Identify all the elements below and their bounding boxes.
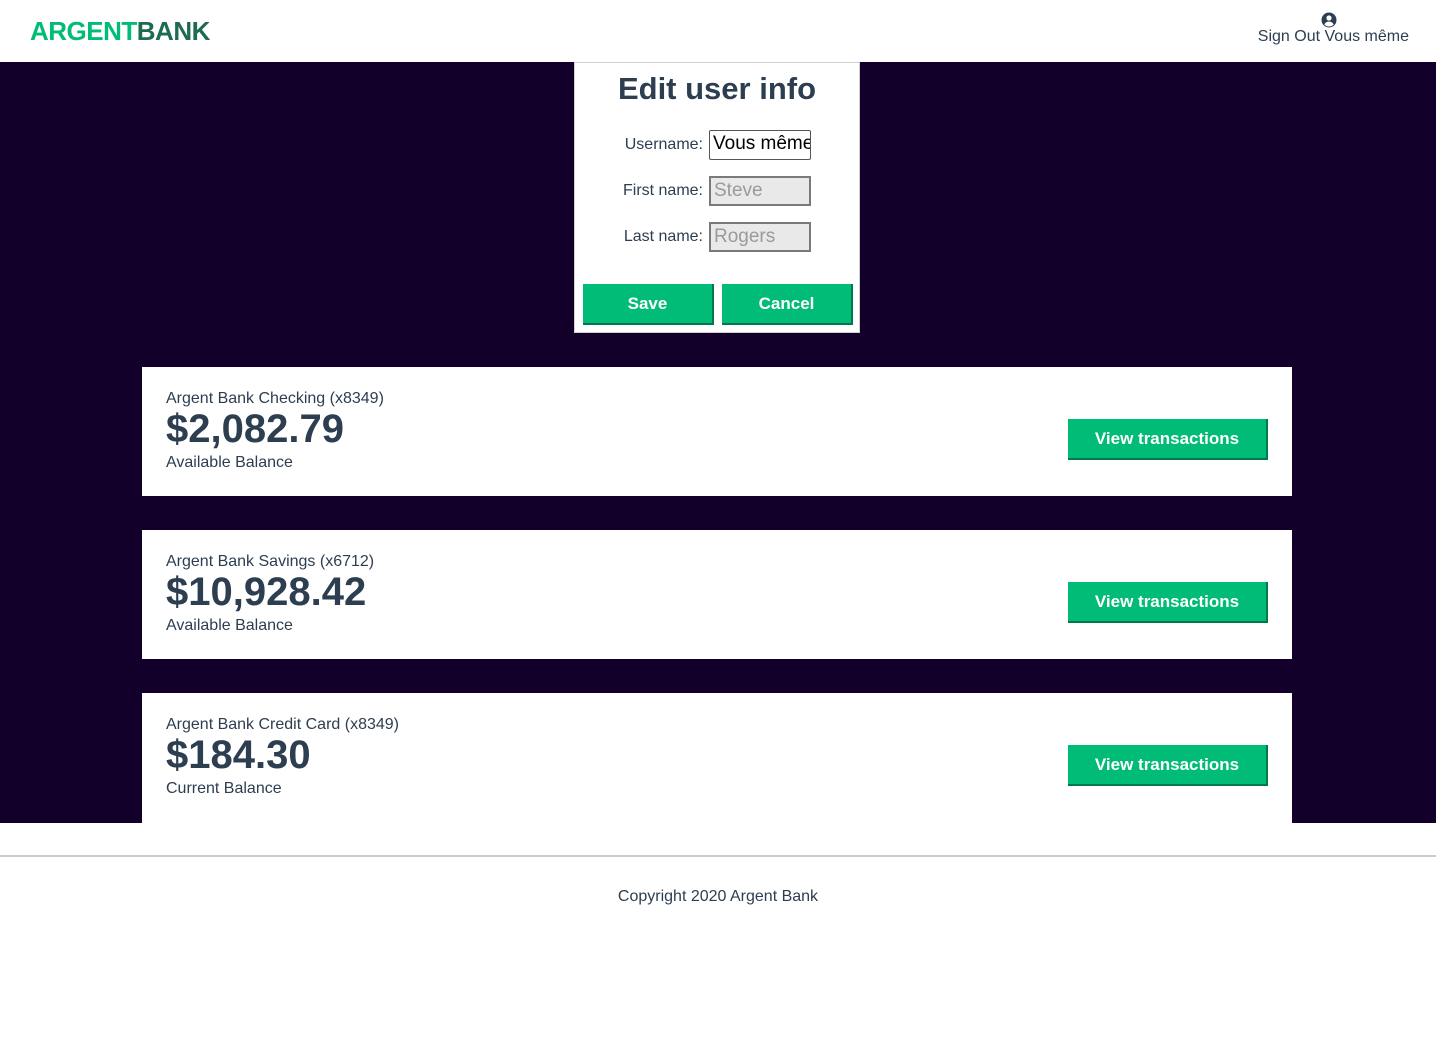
user-links: Sign Out Vous même — [1249, 28, 1409, 46]
username-link[interactable]: Vous même — [1325, 28, 1409, 45]
main-nav: ARGENTBANK Sign Out Vous même — [0, 0, 1436, 62]
view-transactions-button[interactable]: View transactions — [1068, 419, 1268, 460]
account-checking: Argent Bank Checking (x8349) $2,082.79 A… — [142, 367, 1292, 496]
lastname-input: Rogers — [709, 222, 811, 252]
firstname-row: First name: Steve — [575, 176, 861, 206]
save-button[interactable]: Save — [583, 284, 714, 325]
account-amount: $2,082.79 — [166, 407, 344, 451]
sign-out-link[interactable]: Sign Out — [1258, 28, 1320, 45]
user-circle-icon[interactable] — [1321, 12, 1337, 28]
copyright-text: Copyright 2020 Argent Bank — [617, 888, 819, 905]
account-credit-card: Argent Bank Credit Card (x8349) $184.30 … — [142, 693, 1292, 823]
footer: Copyright 2020 Argent Bank — [0, 855, 1436, 935]
account-title: Argent Bank Credit Card (x8349) — [166, 716, 399, 733]
account-title: Argent Bank Checking (x8349) — [166, 390, 384, 407]
view-transactions-button[interactable]: View transactions — [1068, 582, 1268, 623]
account-amount-description: Current Balance — [166, 780, 282, 797]
account-savings: Argent Bank Savings (x6712) $10,928.42 A… — [142, 530, 1292, 659]
lastname-label: Last name: — [623, 228, 703, 245]
account-amount-description: Available Balance — [166, 454, 293, 471]
username-input[interactable]: Vous même — [709, 130, 811, 160]
account-amount: $184.30 — [166, 733, 311, 777]
edit-user-form: Edit user info Username: Vous même First… — [574, 62, 860, 333]
account-title: Argent Bank Savings (x6712) — [166, 553, 375, 570]
view-transactions-button[interactable]: View transactions — [1068, 745, 1268, 786]
logo-bank-text: BANK — [136, 16, 211, 46]
main-content: Edit user info Username: Vous même First… — [0, 62, 1436, 823]
logo-argent-text: ARGENT — [30, 16, 137, 46]
account-amount-description: Available Balance — [166, 617, 293, 634]
firstname-label: First name: — [622, 182, 703, 199]
username-label: Username: — [624, 136, 703, 153]
lastname-row: Last name: Rogers — [575, 222, 861, 252]
account-amount: $10,928.42 — [166, 570, 367, 614]
argent-bank-logo[interactable]: ARGENTBANK — [30, 17, 210, 45]
username-row: Username: Vous même — [575, 130, 861, 160]
user-nav: Sign Out Vous même — [1249, 10, 1409, 50]
edit-form-title: Edit user info — [617, 71, 817, 106]
cancel-button[interactable]: Cancel — [722, 284, 853, 325]
firstname-input: Steve — [709, 176, 811, 206]
